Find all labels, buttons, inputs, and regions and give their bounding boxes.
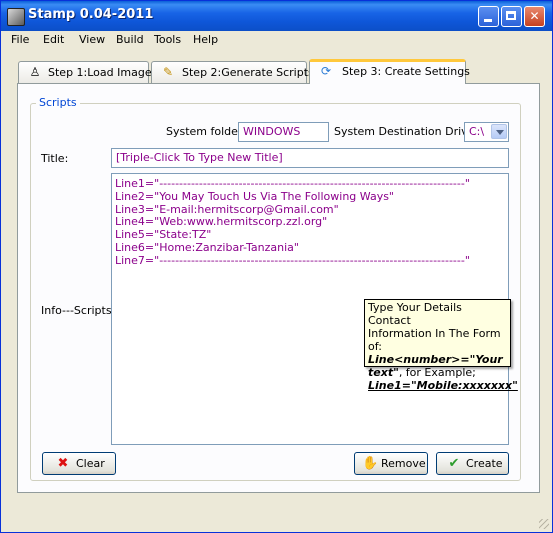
main-window: Stamp 0.04-2011 ✕ File Edit View Build T… <box>0 0 553 533</box>
tooltip-line: text" <box>368 366 399 379</box>
destination-drive-select[interactable]: C:\ <box>464 122 509 142</box>
menu-bar: File Edit View Build Tools Help <box>1 31 552 49</box>
create-button[interactable]: ✔ Create <box>436 452 509 475</box>
menu-file[interactable]: File <box>11 33 29 46</box>
window-title: Stamp 0.04-2011 <box>28 7 154 22</box>
script-line: Line7="---------------------------------… <box>115 254 470 267</box>
maximize-icon <box>506 11 516 20</box>
script-line: Line3="E-mail:hermitscorp@Gmail.com" <box>115 203 339 216</box>
chevron-down-icon[interactable] <box>491 124 507 139</box>
script-line: Line5="State:TZ" <box>115 229 212 242</box>
system-folder-field[interactable]: WINDOWS <box>238 122 329 142</box>
tab-generate-scripts[interactable]: ✎ Step 2:Generate Scripts <box>151 61 314 83</box>
tab-load-image[interactable]: ♙ Step 1:Load Image <box>18 61 152 83</box>
title-input[interactable]: [Triple-Click To Type New Title] <box>111 148 509 168</box>
remove-button[interactable]: ✋ Remove <box>354 452 428 475</box>
menu-help[interactable]: Help <box>193 33 218 46</box>
app-icon <box>7 8 25 26</box>
remove-button-label: Remove <box>381 457 426 470</box>
menu-tools[interactable]: Tools <box>154 33 181 46</box>
tab-label: Step 2:Generate Scripts <box>182 66 314 79</box>
tooltip-line: Information In The Form of: <box>368 327 501 353</box>
wand-icon: ✎ <box>162 65 174 79</box>
resize-grip[interactable] <box>539 519 549 529</box>
tab-label: Step 1:Load Image <box>48 66 152 79</box>
info-scripts-label: Info---Scripts <box>41 304 112 317</box>
person-icon: ♙ <box>29 65 41 79</box>
settings-icon: ⟳ <box>320 64 332 78</box>
destination-drive-label: System Destination Drive: <box>334 125 479 138</box>
script-line: Line2="You May Touch Us Via The Followin… <box>115 190 394 203</box>
minimize-button[interactable] <box>478 6 499 27</box>
clear-button[interactable]: ✖ Clear <box>42 452 116 475</box>
tooltip-line: , for Example; <box>398 366 476 379</box>
menu-edit[interactable]: Edit <box>43 33 64 46</box>
tab-panel: Scripts System folder WINDOWS System Des… <box>17 83 540 493</box>
stop-hand-icon: ✋ <box>362 456 379 471</box>
close-icon: ✕ <box>529 9 540 23</box>
menu-view[interactable]: View <box>79 33 105 46</box>
clear-button-label: Clear <box>76 457 105 470</box>
create-button-label: Create <box>466 457 503 470</box>
tab-label: Step 3: Create Settings <box>342 65 470 78</box>
script-line: Line1="---------------------------------… <box>115 178 470 190</box>
title-bar[interactable]: Stamp 0.04-2011 ✕ <box>1 1 552 31</box>
maximize-button[interactable] <box>501 6 522 27</box>
system-folder-label: System folder <box>166 125 243 138</box>
checkmark-icon: ✔ <box>448 456 460 471</box>
script-line: Line4="Web:www.hermitscorp.zzl.org" <box>115 216 328 229</box>
tooltip-line: Type Your Details Contact <box>368 301 462 327</box>
tab-create-settings[interactable]: ⟳ Step 3: Create Settings <box>309 59 470 84</box>
close-button[interactable]: ✕ <box>524 6 545 27</box>
tooltip-line: Line<number>="Your <box>368 353 503 366</box>
tooltip-line: Line1="Mobile:xxxxxxx" <box>368 379 518 392</box>
menu-build[interactable]: Build <box>116 33 144 46</box>
script-line: Line6="Home:Zanzibar-Tanzania" <box>115 241 299 254</box>
group-legend: Scripts <box>36 96 80 109</box>
info-tooltip: Type Your Details Contact Information In… <box>364 299 518 392</box>
minimize-icon <box>484 19 492 22</box>
clear-x-icon: ✖ <box>57 456 69 471</box>
title-label: Title: <box>41 152 69 165</box>
destination-drive-value: C:\ <box>469 125 485 138</box>
